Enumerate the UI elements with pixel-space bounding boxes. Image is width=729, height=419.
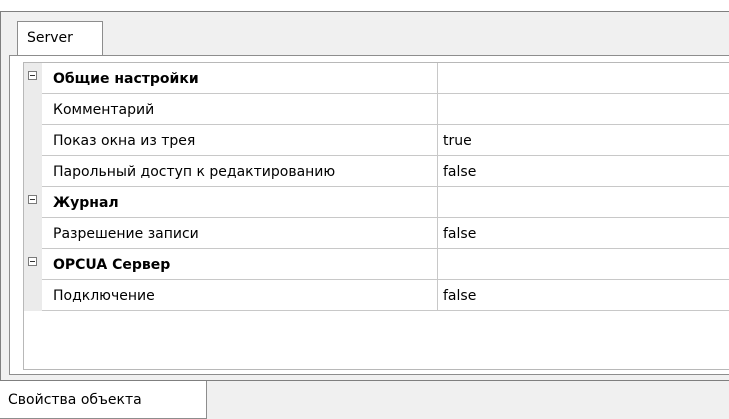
category-row-opcua-server[interactable]: OPCUA Сервер bbox=[24, 249, 729, 280]
category-name: Общие настройки bbox=[42, 63, 438, 94]
expander-column bbox=[24, 94, 42, 125]
expander-column bbox=[24, 156, 42, 187]
expander-column bbox=[24, 187, 42, 218]
collapse-minus-icon[interactable] bbox=[28, 195, 37, 204]
tab-object-properties[interactable]: Свойства объекта bbox=[0, 381, 207, 419]
tab-server-label: Server bbox=[27, 30, 73, 46]
property-name: Подключение bbox=[42, 280, 438, 311]
category-value bbox=[438, 63, 729, 94]
property-value[interactable]: false bbox=[438, 218, 729, 249]
category-value bbox=[438, 187, 729, 218]
tab-object-properties-label: Свойства объекта bbox=[8, 392, 142, 408]
property-row-comment[interactable]: Комментарий bbox=[24, 94, 729, 125]
property-value[interactable]: true bbox=[438, 125, 729, 156]
property-name: Парольный доступ к редактированию bbox=[42, 156, 438, 187]
category-name: Журнал bbox=[42, 187, 438, 218]
property-row-tray-window[interactable]: Показ окна из трея true bbox=[24, 125, 729, 156]
category-row-general[interactable]: Общие настройки bbox=[24, 63, 729, 94]
category-name: OPCUA Сервер bbox=[42, 249, 438, 280]
tab-server[interactable]: Server bbox=[17, 21, 103, 55]
category-row-journal[interactable]: Журнал bbox=[24, 187, 729, 218]
expander-column bbox=[24, 125, 42, 156]
property-grid: Общие настройки Комментарий Показ окна и… bbox=[23, 62, 729, 370]
property-row-connection[interactable]: Подключение false bbox=[24, 280, 729, 311]
expander-column bbox=[24, 218, 42, 249]
property-value[interactable]: false bbox=[438, 280, 729, 311]
property-value[interactable]: false bbox=[438, 156, 729, 187]
expander-column bbox=[24, 63, 42, 94]
property-name: Комментарий bbox=[42, 94, 438, 125]
collapse-minus-icon[interactable] bbox=[28, 71, 37, 80]
expander-column bbox=[24, 280, 42, 311]
property-row-password-edit[interactable]: Парольный доступ к редактированию false bbox=[24, 156, 729, 187]
property-name: Показ окна из трея bbox=[42, 125, 438, 156]
category-value bbox=[438, 249, 729, 280]
property-row-write-permission[interactable]: Разрешение записи false bbox=[24, 218, 729, 249]
expander-column bbox=[24, 249, 42, 280]
collapse-minus-icon[interactable] bbox=[28, 257, 37, 266]
window-frame: Server Общие настройки Комментарий Показ… bbox=[0, 0, 729, 419]
property-value[interactable] bbox=[438, 94, 729, 125]
property-name: Разрешение записи bbox=[42, 218, 438, 249]
